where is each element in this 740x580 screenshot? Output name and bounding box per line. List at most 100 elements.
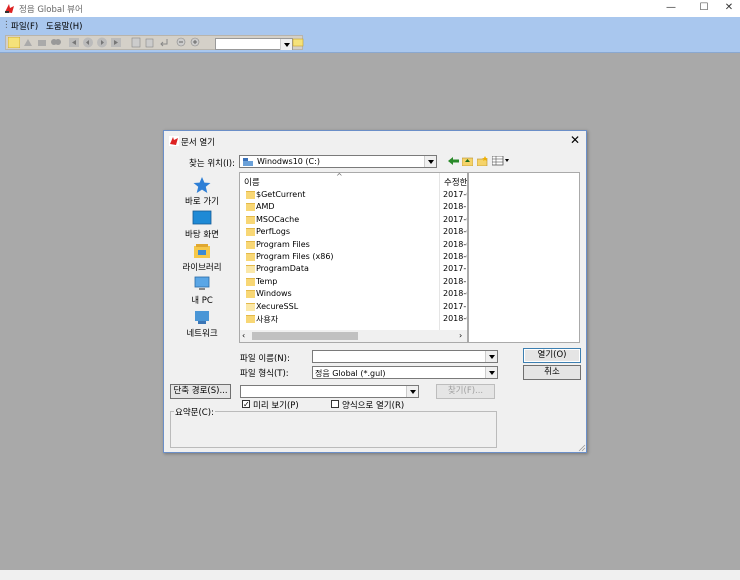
- find-icon[interactable]: [50, 37, 62, 48]
- file-date: 2018-1: [443, 202, 467, 212]
- status-bar: [0, 570, 740, 580]
- folder-icon: [246, 290, 255, 299]
- filetype-combo[interactable]: 정음 Global (*.gul): [312, 366, 498, 379]
- file-date: 2018-0: [443, 227, 467, 237]
- file-list-item[interactable]: ProgramData 2017-1: [240, 263, 467, 275]
- chevron-down-icon[interactable]: [280, 39, 292, 50]
- zoom-out-icon[interactable]: [176, 37, 188, 48]
- copy-icon[interactable]: [144, 37, 156, 48]
- folder-icon: [246, 302, 255, 311]
- file-list-item[interactable]: Program Files (x86) 2018-0: [240, 251, 467, 263]
- place-label: 바로 가기: [185, 197, 219, 207]
- place-this-pc[interactable]: 내 PC: [172, 276, 232, 306]
- cancel-button[interactable]: 취소: [523, 365, 581, 380]
- open-as-form-checkbox[interactable]: [331, 400, 339, 408]
- open-folder-icon[interactable]: [8, 37, 20, 48]
- scroll-left-icon[interactable]: ‹: [242, 331, 245, 340]
- open-document-dialog: 문서 열기 ✕ 찾는 위치(I): Winodws10 (C:) 바로 가기 바…: [163, 130, 587, 453]
- folder-icon: [246, 228, 255, 237]
- next-page-icon[interactable]: [96, 37, 108, 48]
- chevron-down-icon[interactable]: [424, 156, 436, 167]
- file-date: 2017-0: [443, 214, 467, 224]
- file-date: 2018-1: [443, 276, 467, 286]
- file-list-item[interactable]: $GetCurrent 2017-0: [240, 189, 467, 201]
- place-network[interactable]: 네트워크: [172, 309, 232, 339]
- checkmark-icon: ✓: [243, 400, 250, 409]
- view-menu-icon[interactable]: [492, 156, 510, 166]
- place-library[interactable]: 라이브러리: [172, 243, 232, 273]
- place-desktop[interactable]: 바탕 화면: [172, 210, 232, 240]
- place-label: 바탕 화면: [185, 230, 219, 240]
- star-icon: [193, 177, 211, 193]
- open-button[interactable]: 열기(O): [523, 348, 581, 363]
- look-in-combo[interactable]: Winodws10 (C:): [239, 155, 437, 168]
- shortcut-path-button[interactable]: 단축 경로(S)...: [170, 384, 231, 399]
- horizontal-scrollbar[interactable]: ‹ ›: [240, 330, 467, 342]
- place-quick-access[interactable]: 바로 가기: [172, 177, 232, 207]
- first-page-icon[interactable]: [68, 37, 80, 48]
- print-icon[interactable]: [36, 37, 48, 48]
- place-label: 라이브러리: [182, 263, 222, 273]
- back-arrow-icon[interactable]: [448, 156, 459, 166]
- return-icon[interactable]: [158, 37, 170, 48]
- filetype-label: 파일 형식(T):: [240, 369, 289, 379]
- dialog-close-button[interactable]: ✕: [568, 133, 582, 147]
- file-list-item[interactable]: Windows 2018-0: [240, 288, 467, 300]
- drive-icon: [243, 158, 253, 166]
- minimize-button[interactable]: —: [656, 0, 686, 17]
- menu-grip-icon: ⋮: [2, 20, 11, 30]
- file-list-item[interactable]: AMD 2018-1: [240, 201, 467, 213]
- chevron-down-icon[interactable]: [485, 351, 497, 362]
- save-icon[interactable]: [22, 37, 34, 48]
- file-name: MSOCache: [256, 214, 300, 224]
- last-page-icon[interactable]: [110, 37, 122, 48]
- dialog-title: 문서 열기: [181, 138, 215, 148]
- menu-bar: ⋮ 파일(F) 도움말(H): [0, 17, 740, 33]
- up-folder-icon[interactable]: [462, 156, 473, 166]
- find-button[interactable]: 찾기(F)...: [436, 384, 495, 399]
- chevron-down-icon[interactable]: [485, 367, 497, 378]
- file-date: 2018-0: [443, 314, 467, 323]
- zoom-combo[interactable]: [215, 38, 293, 50]
- prev-page-icon[interactable]: [82, 37, 94, 48]
- scroll-right-icon[interactable]: ›: [459, 331, 462, 340]
- file-list-item[interactable]: Temp 2018-1: [240, 276, 467, 288]
- network-icon: [195, 311, 209, 324]
- folder-icon[interactable]: [292, 37, 304, 48]
- filename-combo[interactable]: [312, 350, 498, 363]
- scrollbar-thumb[interactable]: [252, 332, 358, 340]
- file-list-item[interactable]: 사용자 2018-0: [240, 313, 467, 325]
- file-list[interactable]: 이름 ^ 수정한 $GetCurrent 2017-0 AMD 2018-1 MSOCa…: [239, 172, 468, 343]
- column-header-date[interactable]: 수정한: [444, 176, 467, 188]
- zoom-in-icon[interactable]: [190, 37, 202, 48]
- file-date: 2018-0: [443, 289, 467, 299]
- file-name: 사용자: [256, 315, 279, 324]
- folder-icon: [246, 215, 255, 224]
- file-name: Temp: [256, 276, 278, 286]
- shortcut-path-combo[interactable]: [240, 385, 419, 398]
- folder-icon: [246, 191, 255, 199]
- close-button[interactable]: ✕: [714, 0, 740, 17]
- file-list-item[interactable]: PerfLogs 2018-0: [240, 226, 467, 238]
- column-header-name[interactable]: 이름: [244, 176, 260, 188]
- place-label: 내 PC: [191, 296, 213, 306]
- menu-file[interactable]: 파일(F): [11, 20, 38, 32]
- file-list-item[interactable]: XecureSSL 2017-1: [240, 301, 467, 313]
- chevron-down-icon[interactable]: [406, 386, 418, 397]
- file-name: Program Files: [256, 239, 310, 249]
- folder-icon: [246, 277, 255, 286]
- resize-grip-icon[interactable]: [578, 444, 586, 452]
- file-name: Windows: [256, 289, 292, 299]
- open-as-form-checkbox-label: 양식으로 열기(R): [342, 401, 405, 411]
- places-bar: 바로 가기 바탕 화면 라이브러리 내 PC 네트워크: [172, 173, 232, 345]
- preview-checkbox[interactable]: ✓: [242, 400, 250, 409]
- page-setup-icon[interactable]: [130, 37, 142, 48]
- file-list-item[interactable]: MSOCache 2017-0: [240, 214, 467, 226]
- dialog-app-icon: [169, 136, 179, 146]
- new-folder-icon[interactable]: [477, 156, 488, 166]
- file-list-item[interactable]: Program Files 2018-0: [240, 239, 467, 251]
- menu-help[interactable]: 도움말(H): [46, 20, 82, 32]
- look-in-value: Winodws10 (C:): [257, 157, 320, 166]
- file-name: ProgramData: [256, 264, 309, 274]
- place-label: 네트워크: [186, 329, 218, 339]
